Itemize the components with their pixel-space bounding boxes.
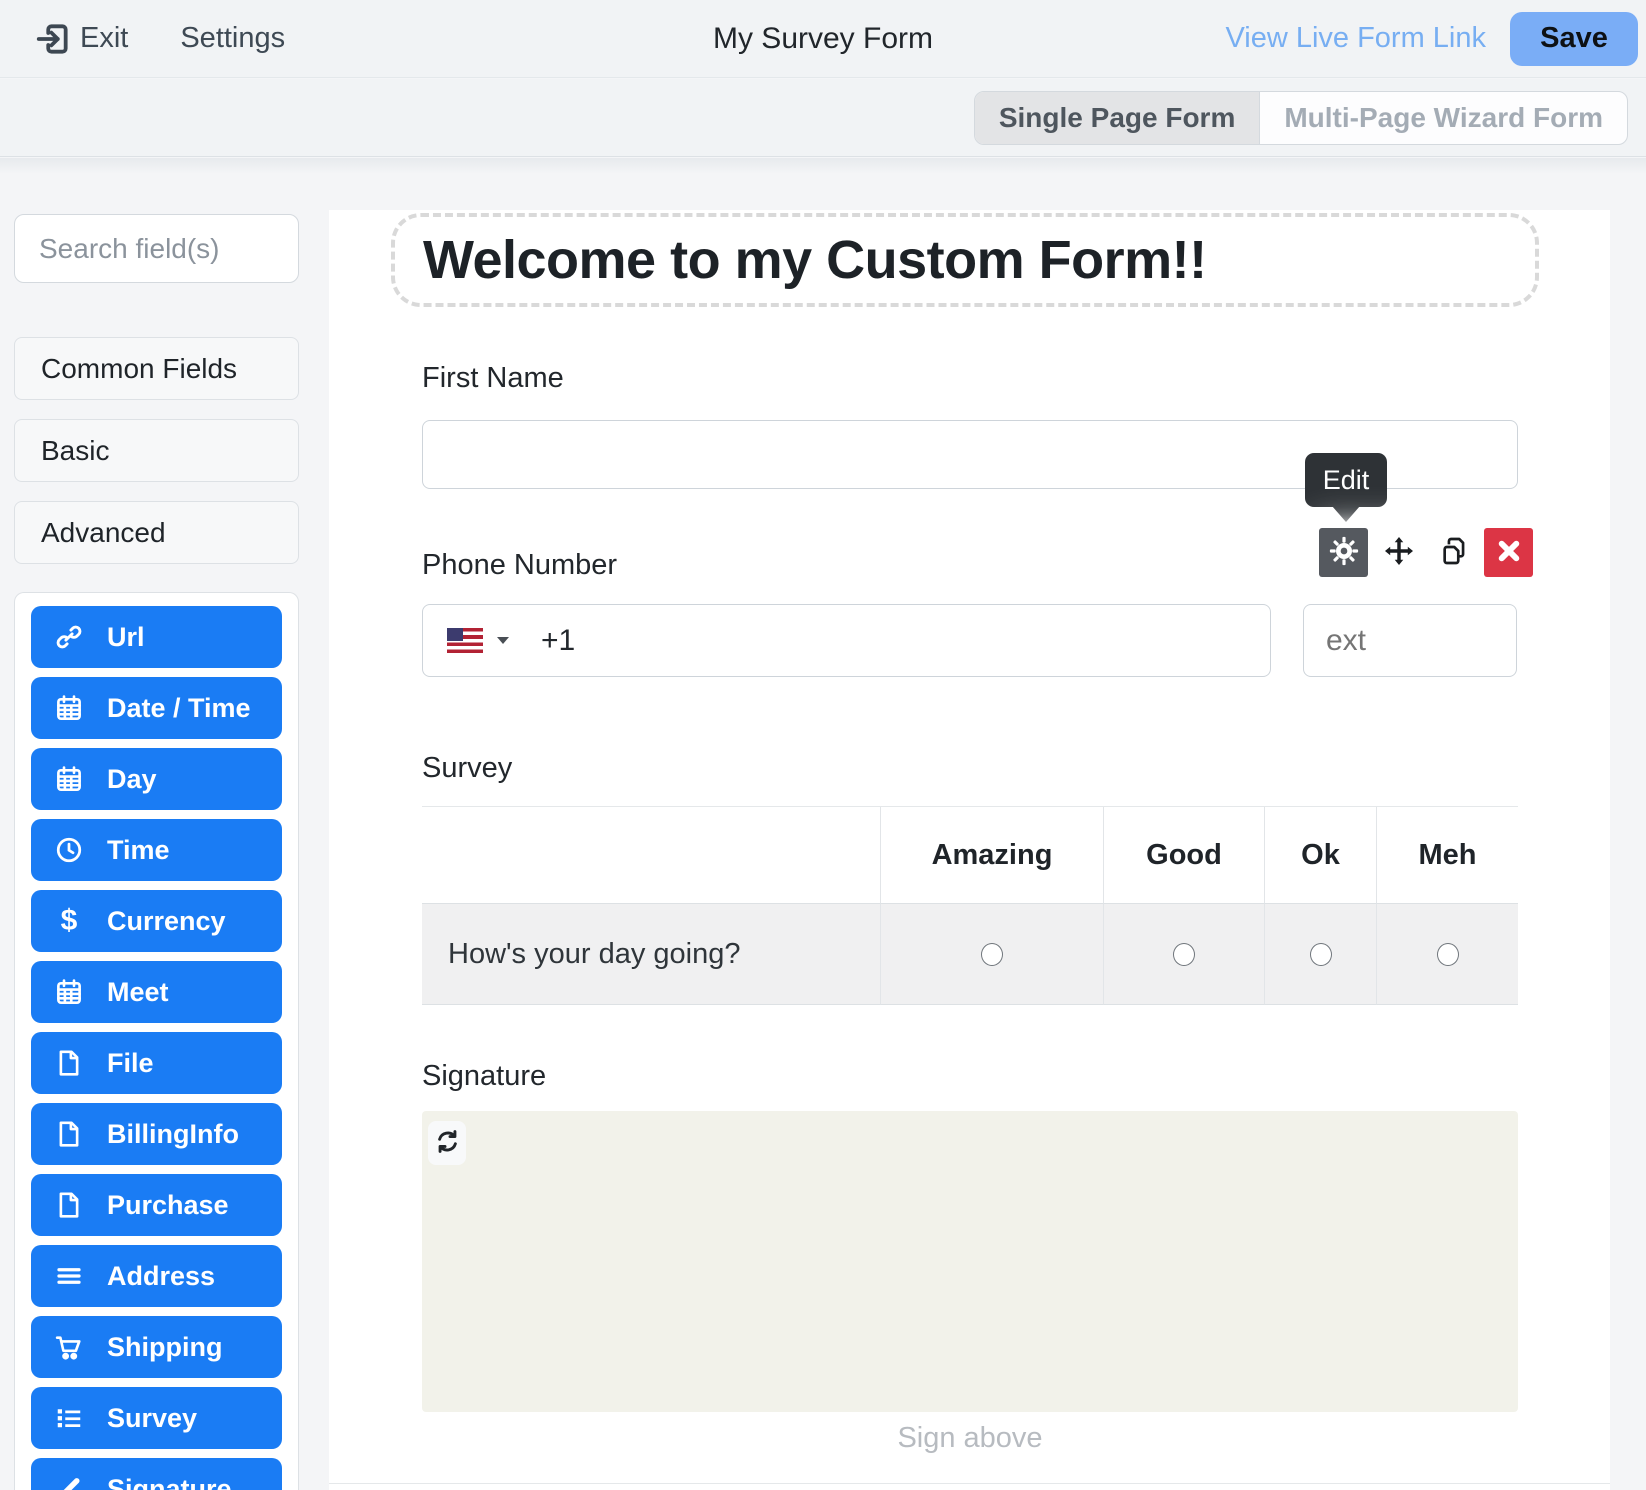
signature-hint: Sign above [422, 1422, 1518, 1455]
multi-page-wizard-form-tab[interactable]: Multi-Page Wizard Form [1260, 92, 1627, 144]
move-field-button[interactable] [1374, 528, 1423, 577]
field-button-shipping[interactable]: Shipping [31, 1316, 282, 1378]
link-icon [53, 621, 85, 653]
copy-field-button[interactable] [1429, 528, 1478, 577]
survey-column-header: Meh [1376, 807, 1518, 904]
dial-code: +1 [541, 624, 575, 658]
survey-corner-cell [422, 807, 880, 904]
survey-label: Survey [422, 752, 512, 785]
field-button-day[interactable]: Day [31, 748, 282, 810]
file-icon [53, 1047, 85, 1079]
phone-label: Phone Number [422, 549, 617, 582]
edit-field-button[interactable] [1319, 528, 1368, 577]
survey-radio-ok[interactable] [1310, 943, 1332, 966]
save-button[interactable]: Save [1510, 12, 1638, 66]
field-toolbar [1319, 528, 1533, 577]
form-title-text: Welcome to my Custom Form!! [423, 229, 1207, 291]
top-toolbar: Exit Settings My Survey Form View Live F… [0, 0, 1646, 78]
search-fields-input[interactable] [14, 214, 299, 283]
field-button-date-time[interactable]: Date / Time [31, 677, 282, 739]
signature-clear-button[interactable] [428, 1121, 466, 1165]
signature-label: Signature [422, 1060, 546, 1093]
field-button-purchase[interactable]: Purchase [31, 1174, 282, 1236]
survey-table: Amazing Good Ok Meh How's your day going… [422, 806, 1518, 1005]
mode-bar: Single Page Form Multi-Page Wizard Form [0, 79, 1646, 157]
section-divider [329, 1483, 1610, 1484]
field-button-file[interactable]: File [31, 1032, 282, 1094]
clock-icon [53, 834, 85, 866]
field-sidebar: Common Fields Basic Advanced Url Date / … [14, 214, 299, 1490]
accordion-advanced[interactable]: Advanced [14, 501, 299, 564]
field-button-survey[interactable]: Survey [31, 1387, 282, 1449]
phone-number-field[interactable] [585, 624, 1270, 658]
pencil-icon [53, 1473, 85, 1490]
copy-icon [1438, 535, 1470, 570]
signature-pad[interactable] [422, 1111, 1518, 1412]
field-button-time[interactable]: Time [31, 819, 282, 881]
dollar-icon: $ [53, 905, 85, 937]
phone-ext-input[interactable] [1303, 604, 1517, 677]
survey-column-header: Amazing [880, 807, 1103, 904]
settings-button[interactable]: Settings [180, 22, 285, 55]
accordion-basic[interactable]: Basic [14, 419, 299, 482]
calendar-icon [53, 976, 85, 1008]
field-button-meet[interactable]: Meet [31, 961, 282, 1023]
exit-icon[interactable] [34, 20, 72, 58]
arrows-move-icon [1383, 535, 1415, 570]
list-icon [53, 1402, 85, 1434]
survey-column-header: Good [1103, 807, 1264, 904]
chevron-down-icon[interactable] [497, 637, 509, 644]
justify-lines-icon [53, 1260, 85, 1292]
survey-radio-amazing[interactable] [981, 943, 1003, 966]
survey-row: How's your day going? [422, 904, 1518, 1005]
delete-field-button[interactable] [1484, 528, 1533, 577]
cart-icon [53, 1331, 85, 1363]
gear-icon [1328, 535, 1360, 570]
calendar-icon [53, 692, 85, 724]
us-flag-icon[interactable] [447, 628, 483, 653]
field-button-address[interactable]: Address [31, 1245, 282, 1307]
accordion-common-fields[interactable]: Common Fields [14, 337, 299, 400]
field-button-currency[interactable]: $ Currency [31, 890, 282, 952]
advanced-fields-list: Url Date / Time Day [14, 592, 299, 1490]
refresh-icon [434, 1128, 461, 1158]
form-title-field[interactable]: Welcome to my Custom Form!! [391, 213, 1539, 307]
view-live-form-link[interactable]: View Live Form Link [1225, 22, 1486, 55]
single-page-form-tab[interactable]: Single Page Form [975, 92, 1261, 144]
phone-input[interactable]: +1 [422, 604, 1271, 677]
field-button-url[interactable]: Url [31, 606, 282, 668]
survey-radio-good[interactable] [1173, 943, 1195, 966]
calendar-icon [53, 763, 85, 795]
first-name-label: First Name [422, 362, 564, 395]
survey-radio-meh[interactable] [1437, 943, 1459, 966]
x-icon [1493, 535, 1525, 570]
header-shadow [0, 158, 1646, 174]
edit-tooltip: Edit [1305, 453, 1387, 507]
page-mode-toggle: Single Page Form Multi-Page Wizard Form [974, 91, 1628, 145]
file-icon [53, 1189, 85, 1221]
form-canvas: Welcome to my Custom Form!! First Name E… [329, 210, 1610, 1490]
field-button-signature[interactable]: Signature [31, 1458, 282, 1490]
file-icon [53, 1118, 85, 1150]
survey-column-header: Ok [1264, 807, 1376, 904]
survey-question: How's your day going? [422, 904, 880, 1005]
exit-button[interactable]: Exit [80, 22, 128, 55]
field-button-billinginfo[interactable]: BillingInfo [31, 1103, 282, 1165]
